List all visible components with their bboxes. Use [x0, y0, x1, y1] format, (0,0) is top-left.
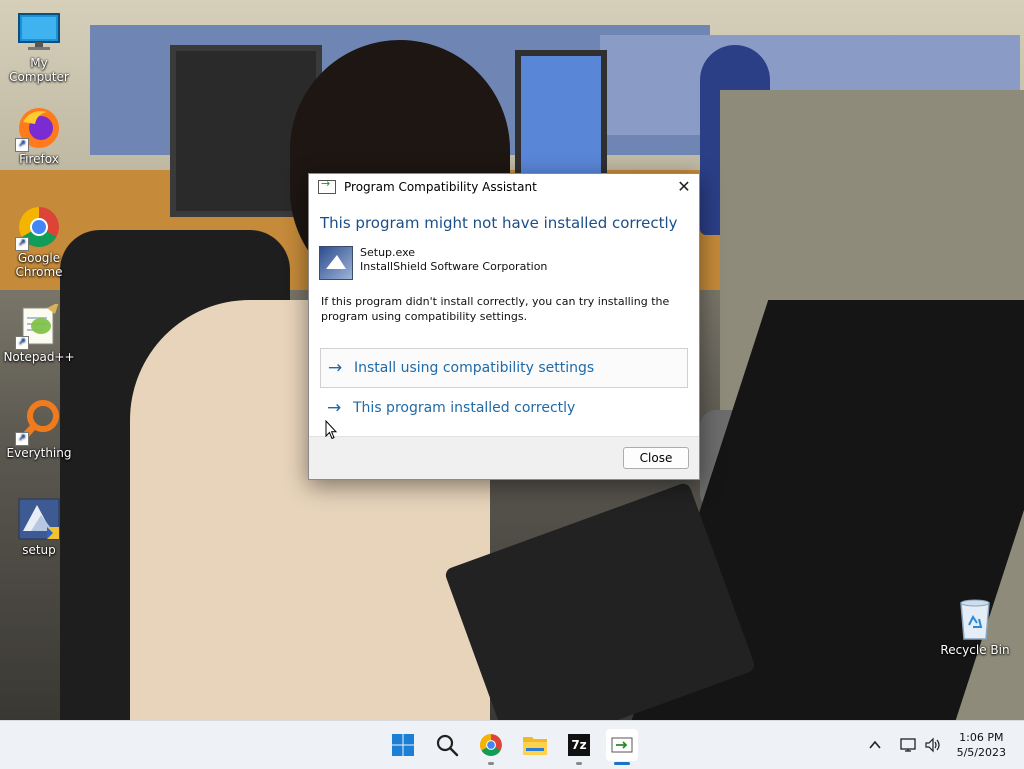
shortcut-arrow-icon: ↗: [15, 138, 29, 152]
file-explorer-icon: [523, 737, 547, 755]
taskbar: 7z 1:06 PM 5/5/2023: [0, 720, 1024, 769]
desktop-icon-label: Recycle Bin: [940, 643, 1010, 657]
desktop-icon-label: setup: [22, 543, 56, 557]
app-name: Setup.exe: [360, 246, 416, 259]
clock-time: 1:06 PM: [959, 731, 1004, 744]
taskbar-7zip-button[interactable]: 7z: [563, 729, 595, 765]
clock-date: 5/5/2023: [956, 746, 1006, 759]
taskbar-clock[interactable]: 1:06 PM 5/5/2023: [957, 730, 1006, 760]
arrow-right-icon: →: [327, 398, 342, 418]
program-compatibility-icon: [318, 177, 336, 194]
magnifier-icon: ↗: [15, 400, 61, 446]
installer-icon: [17, 497, 61, 541]
dialog-description: If this program didn't install correctly…: [321, 295, 670, 323]
chrome-icon: [480, 734, 502, 756]
desktop-icon-label: My Computer: [9, 56, 69, 84]
compatibility-dialog: Program Compatibility Assistant ✕ This p…: [308, 173, 700, 480]
recycle-bin-icon: [953, 597, 997, 641]
desktop-icon-everything[interactable]: ↗ Everything: [0, 400, 78, 460]
option-label: Install using compatibility settings: [354, 360, 595, 376]
desktop-icon-setup[interactable]: setup: [0, 497, 78, 557]
shortcut-arrow-icon: ↗: [15, 237, 29, 251]
installed-correctly-option[interactable]: → This program installed correctly: [320, 389, 686, 427]
desktop-icon-google-chrome[interactable]: ↗ Google Chrome: [0, 205, 78, 279]
chrome-icon: ↗: [15, 205, 61, 251]
7zip-icon: 7z: [568, 734, 590, 756]
firefox-icon: ↗: [15, 106, 61, 152]
install-compatibility-option[interactable]: → Install using compatibility settings: [320, 348, 688, 388]
app-info: Setup.exe InstallShield Software Corpora…: [319, 246, 699, 280]
app-publisher: InstallShield Software Corporation: [360, 260, 548, 273]
mouse-cursor-icon: [325, 420, 337, 440]
desktop-icon-label: Everything: [6, 446, 72, 460]
running-indicator: [576, 762, 582, 765]
taskbar-chrome-button[interactable]: [475, 729, 507, 765]
network-icon[interactable]: [900, 737, 918, 753]
volume-icon[interactable]: [924, 737, 942, 753]
running-indicator: [614, 762, 630, 765]
desktop-icon-recycle-bin[interactable]: Recycle Bin: [936, 597, 1014, 657]
running-indicator: [488, 762, 494, 765]
start-button[interactable]: [387, 729, 419, 761]
taskbar-compatibility-button[interactable]: [606, 729, 638, 765]
dialog-footer: Close: [309, 436, 699, 479]
desktop-icon-label: Notepad++: [3, 350, 75, 364]
taskbar-file-explorer-button[interactable]: [519, 729, 551, 761]
desktop-icon-notepadpp[interactable]: ↗ Notepad++: [0, 302, 78, 364]
chevron-up-icon[interactable]: [868, 738, 882, 752]
shortcut-arrow-icon: ↗: [15, 432, 29, 446]
app-details: Setup.exe InstallShield Software Corpora…: [360, 246, 547, 280]
close-icon[interactable]: ✕: [669, 174, 699, 200]
wallpaper-monitor: [515, 50, 607, 182]
dialog-titlebar[interactable]: Program Compatibility Assistant ✕: [309, 174, 699, 200]
dialog-title: Program Compatibility Assistant: [344, 180, 537, 194]
shortcut-arrow-icon: ↗: [15, 336, 29, 350]
search-icon: [436, 734, 459, 757]
monitor-icon: [17, 10, 61, 54]
desktop-icon-my-computer[interactable]: My Computer: [0, 10, 78, 84]
installer-icon: [319, 246, 353, 280]
close-button[interactable]: Close: [623, 447, 689, 469]
desktop-icon-firefox[interactable]: ↗ Firefox: [0, 106, 78, 166]
taskbar-search-button[interactable]: [431, 729, 463, 761]
windows-start-icon: [392, 734, 414, 756]
desktop-icon-label: Google Chrome: [15, 251, 63, 279]
dialog-heading: This program might not have installed co…: [320, 214, 678, 232]
program-compatibility-icon: [611, 737, 633, 753]
system-tray: [868, 721, 942, 769]
notepadpp-icon: ↗: [15, 302, 61, 350]
desktop-icon-label: Firefox: [19, 152, 59, 166]
option-label: This program installed correctly: [353, 400, 576, 416]
arrow-right-icon: →: [328, 358, 343, 378]
